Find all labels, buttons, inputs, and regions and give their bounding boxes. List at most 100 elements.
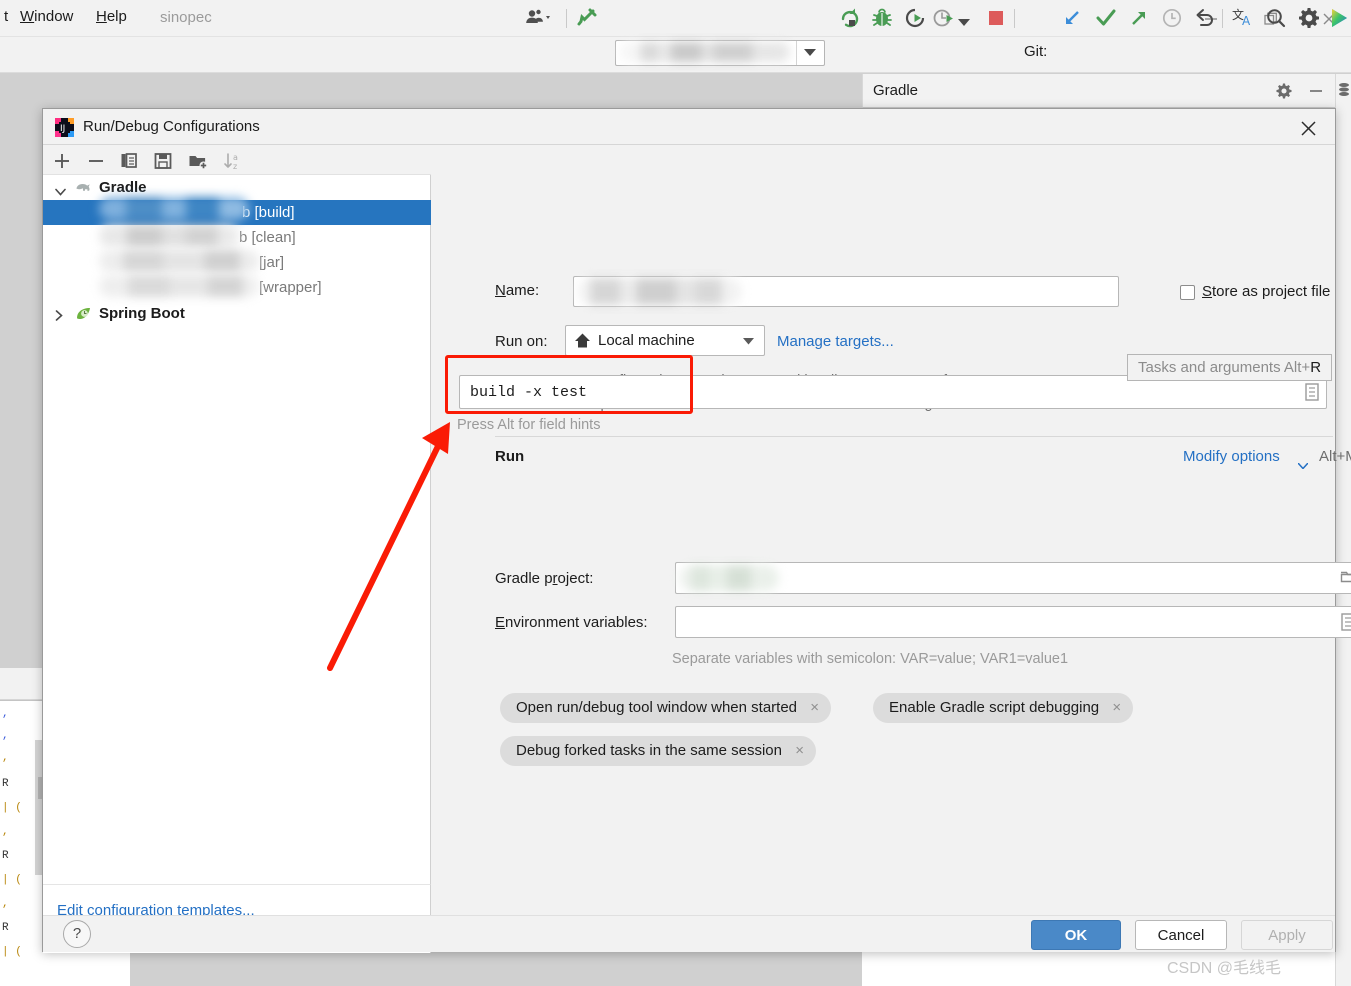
- profiler-icon[interactable]: [932, 6, 956, 30]
- translate-icon[interactable]: 文A: [1231, 6, 1255, 30]
- code-line: ,: [2, 708, 9, 720]
- rerun-icon[interactable]: [838, 6, 862, 30]
- run-on-value: Local machine: [598, 332, 695, 349]
- environment-variables-help: Separate variables with semicolon: VAR=v…: [672, 651, 1069, 667]
- blurred-tree-name: [99, 197, 249, 220]
- chevron-down-icon[interactable]: [958, 6, 982, 30]
- chevron-down-icon[interactable]: [1297, 456, 1309, 474]
- dialog-title-bar: IJ Run/Debug Configurations: [43, 109, 1335, 145]
- toolbar-separator: [1222, 9, 1223, 28]
- code-line: R: [2, 778, 9, 790]
- gradle-panel-title: Gradle: [873, 82, 919, 99]
- code-line: R: [2, 922, 9, 934]
- history-clock-icon[interactable]: [1160, 6, 1184, 30]
- sort-alphabetically-icon[interactable]: az: [223, 151, 243, 171]
- right-tool-rail: [1335, 74, 1351, 986]
- blurred-tree-name: [99, 225, 239, 247]
- push-arrow-icon[interactable]: [1127, 6, 1151, 30]
- gradle-project-label-rest: oject:: [557, 570, 594, 587]
- chip-debug-forked-tasks[interactable]: Debug forked tasks in the same session ×: [500, 736, 816, 766]
- tree-label: [wrapper]: [259, 279, 322, 296]
- stop-icon[interactable]: [984, 6, 1008, 30]
- dialog-close-button[interactable]: [1289, 115, 1329, 141]
- git-label: Git:: [1024, 43, 1048, 60]
- menu-item-window[interactable]: Window: [20, 8, 73, 25]
- modify-options-link[interactable]: Modify options: [1183, 448, 1280, 465]
- tree-label: b [clean]: [239, 229, 296, 246]
- environment-variables-input[interactable]: [675, 606, 1351, 638]
- debug-bug-icon[interactable]: [870, 6, 894, 30]
- copy-icon[interactable]: [119, 151, 139, 171]
- chevron-down-icon[interactable]: [743, 332, 754, 350]
- section-divider: [495, 436, 1333, 437]
- gear-icon[interactable]: [1275, 82, 1293, 100]
- project-name-label: sinopec: [160, 9, 212, 26]
- manage-targets-link[interactable]: Manage targets...: [777, 333, 894, 350]
- name-label: Name:: [495, 282, 539, 299]
- user-avatar-dropdown-icon[interactable]: [524, 6, 550, 30]
- tree-label: b [build]: [242, 204, 295, 221]
- expand-editor-icon[interactable]: [1304, 383, 1322, 401]
- store-as-project-file-checkbox[interactable]: [1180, 285, 1195, 300]
- blurred-gradle-project-value: [679, 565, 779, 591]
- update-project-icon[interactable]: [1060, 6, 1084, 30]
- run-with-coverage-icon[interactable]: [902, 6, 926, 30]
- tree-label: Spring Boot: [99, 305, 185, 322]
- store-as-project-file-label: Store as project file: [1202, 283, 1330, 300]
- gradle-elephant-icon: [75, 179, 92, 196]
- tree-row[interactable]: Spring Boot: [43, 301, 431, 326]
- menu-item-window-label: indow: [34, 8, 74, 25]
- close-icon[interactable]: ×: [810, 693, 819, 723]
- code-line: ,: [2, 730, 9, 742]
- gradle-tool-window-header: Gradle: [862, 74, 1351, 108]
- svg-text:a: a: [233, 153, 238, 162]
- save-configuration-icon[interactable]: [153, 151, 173, 171]
- minimize-icon[interactable]: [1307, 82, 1325, 100]
- menu-item-help-label: elp: [106, 8, 127, 25]
- code-line: ,: [2, 826, 9, 838]
- chip-open-run-debug-tool-window[interactable]: Open run/debug tool window when started …: [500, 693, 832, 723]
- move-into-folder-icon[interactable]: [188, 151, 208, 171]
- apply-button[interactable]: Apply: [1241, 920, 1333, 950]
- close-icon[interactable]: ×: [795, 736, 804, 766]
- chip-enable-gradle-script-debugging[interactable]: Enable Gradle script debugging ×: [873, 693, 1134, 723]
- chip-label: Open run/debug tool window when started: [516, 699, 798, 716]
- database-stack-icon[interactable]: [1338, 82, 1350, 103]
- rollback-undo-icon[interactable]: [1193, 6, 1217, 30]
- env-label-rest: nvironment variables:: [505, 614, 648, 631]
- run-on-select[interactable]: Local machine: [565, 325, 765, 356]
- menu-item-truncated[interactable]: t: [4, 8, 8, 25]
- code-line: R: [2, 850, 9, 862]
- modify-options-shortcut: Alt+M: [1319, 448, 1351, 465]
- remove-minus-icon[interactable]: [86, 151, 106, 171]
- environment-variables-label: Environment variables:: [495, 614, 648, 631]
- run-on-label: Run on:: [495, 333, 548, 350]
- tree-label: Gradle: [99, 179, 147, 196]
- ide-help-icon[interactable]: [1328, 6, 1351, 30]
- code-line: | (: [2, 802, 22, 814]
- svg-text:IJ: IJ: [60, 124, 65, 134]
- store-label-rest: tore as project file: [1212, 283, 1331, 300]
- add-plus-icon[interactable]: [52, 151, 72, 171]
- commit-check-icon[interactable]: [1094, 6, 1118, 30]
- ok-button[interactable]: OK: [1031, 920, 1121, 950]
- expand-editor-icon[interactable]: [1340, 613, 1351, 631]
- run-tasks-tooltip: Tasks and arguments Alt+R: [1127, 354, 1333, 381]
- settings-gear-icon[interactable]: [1297, 6, 1321, 30]
- help-button[interactable]: ?: [63, 920, 91, 948]
- close-icon[interactable]: ×: [1112, 693, 1121, 723]
- menu-item-help[interactable]: Help: [96, 8, 127, 25]
- watermark: CSDN @毛线毛: [1166, 960, 1281, 977]
- cancel-button[interactable]: Cancel: [1135, 920, 1227, 950]
- code-line: ,: [2, 898, 9, 910]
- search-everywhere-icon[interactable]: [1264, 6, 1288, 30]
- configuration-tree: Gradle b [build] b [clean] [jar] [wrappe…: [43, 175, 431, 884]
- blurred-config-name: [620, 42, 790, 62]
- field-hints-text: Press Alt for field hints: [457, 417, 601, 433]
- build-hammer-icon[interactable]: [575, 6, 599, 30]
- chevron-right-icon[interactable]: [55, 308, 63, 325]
- chevron-down-icon[interactable]: [55, 183, 66, 200]
- configuration-tree-toolbar: az: [43, 145, 431, 175]
- chevron-down-icon[interactable]: [796, 41, 824, 65]
- folder-browse-icon[interactable]: [1340, 569, 1351, 587]
